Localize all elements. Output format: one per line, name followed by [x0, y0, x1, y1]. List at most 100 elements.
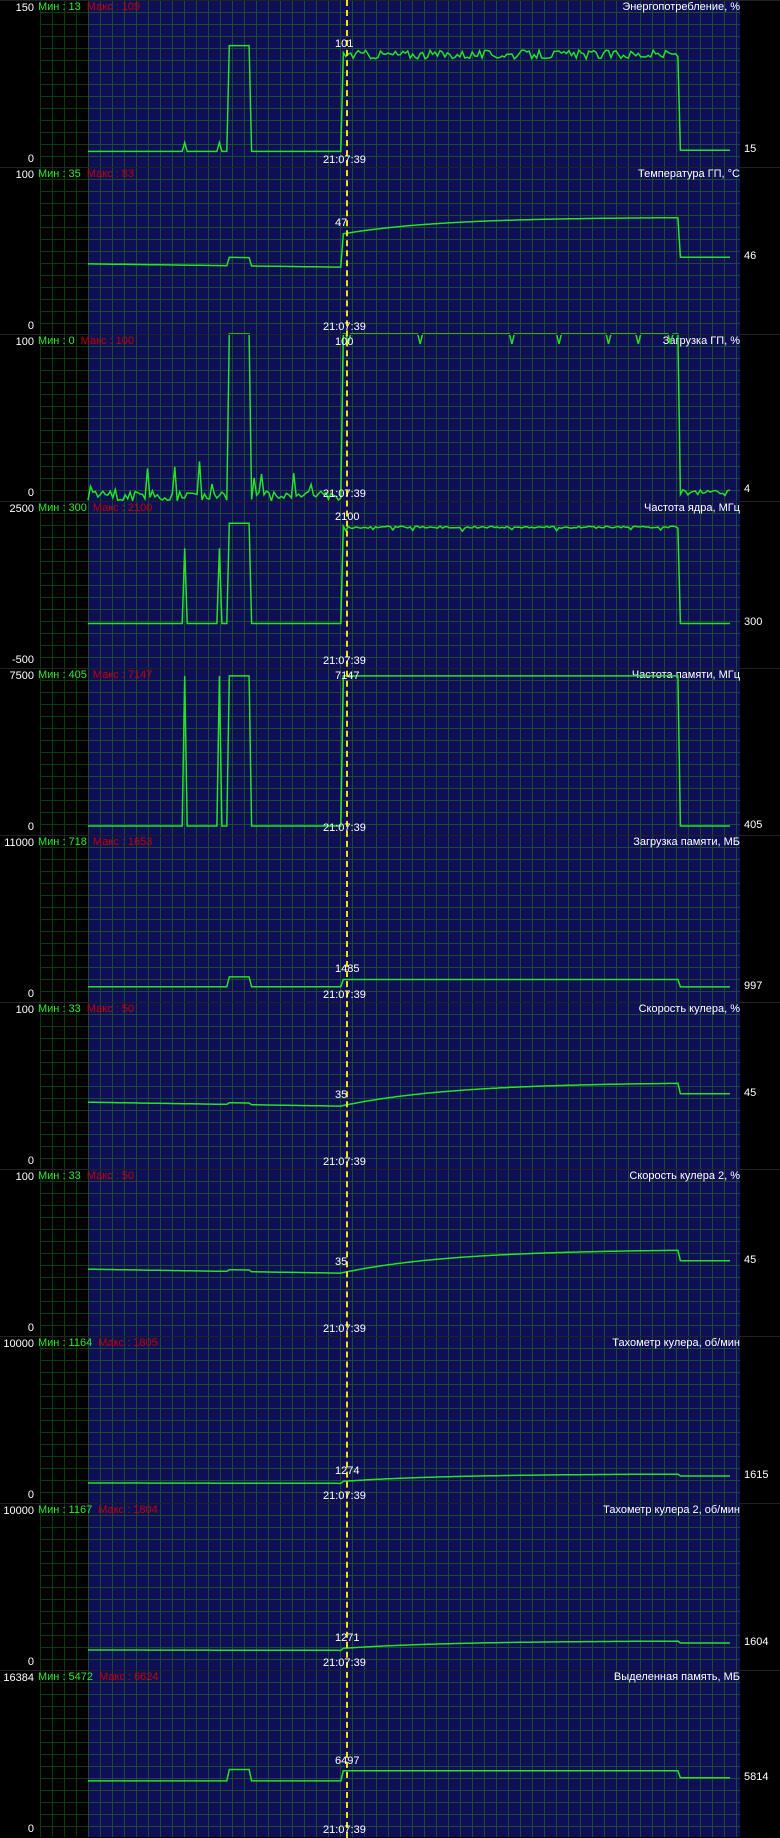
- series-line: [88, 522, 730, 625]
- graph-svg: [88, 976, 730, 988]
- history-grid: [40, 1503, 88, 1670]
- graph-panel-gpuload[interactable]: 100 0 Мин : 0 Макс : 100 Загрузка ГП, % 2…: [0, 333, 780, 504]
- graph-panel-fan2[interactable]: 100 0 Мин : 33 Макс : 50 Скорость кулера …: [0, 1169, 780, 1336]
- current-value-label: 1604: [744, 1636, 769, 1649]
- graph-panel-power[interactable]: 150 0 Мин : 13 Макс : 109 Энергопотреблен…: [0, 0, 780, 167]
- cursor-value-label: 101: [335, 38, 354, 51]
- graph-panel-rpm1[interactable]: 10000 0 Мин : 1164 Макс : 1805 Тахометр к…: [0, 1336, 780, 1503]
- cursor-value-label: 35: [335, 1255, 348, 1268]
- cursor-time-label: 21:07:39: [323, 1323, 366, 1335]
- y-axis-min-label: 0: [27, 320, 34, 332]
- graph-svg: [88, 1249, 730, 1274]
- graph-svg: [88, 1640, 730, 1652]
- graph-panel-memload[interactable]: 11000 0 Мин : 718 Макс : 1653 Загрузка па…: [0, 835, 780, 1002]
- value-column: [740, 0, 780, 167]
- history-grid: [40, 0, 88, 167]
- graph-panel-dedmem[interactable]: 16384 0 Мин : 5472 Макс : 6624 Выделенная…: [0, 1670, 780, 1837]
- panel-separator: [0, 0, 780, 1]
- series-line: [88, 216, 730, 268]
- graph-panel-coreclk[interactable]: 2500 -500 Мин : 300 Макс : 2100 Частота я…: [0, 501, 780, 668]
- y-axis-max-label: 7500: [9, 670, 34, 682]
- series-line: [88, 1768, 730, 1782]
- cursor-value-label: 47: [335, 216, 348, 229]
- y-axis-min-label: 0: [27, 153, 34, 165]
- min-value-label: Мин : 35: [38, 168, 81, 180]
- y-axis-min-label: 0: [27, 487, 34, 499]
- history-grid: [40, 835, 88, 1002]
- panel-separator: [0, 1336, 780, 1337]
- panel-separator: [0, 501, 780, 502]
- graph-panel-fan1[interactable]: 100 0 Мин : 33 Макс : 50 Скорость кулера,…: [0, 1002, 780, 1169]
- current-value-label: 405: [744, 818, 763, 831]
- panel-separator: [0, 835, 780, 836]
- current-value-label: 45: [744, 1253, 757, 1266]
- min-value-label: Мин : 33: [38, 1003, 81, 1015]
- cursor-value-label: 1485: [335, 963, 360, 976]
- time-cursor-line[interactable]: [346, 0, 348, 1838]
- min-value-label: Мин : 0: [38, 335, 75, 347]
- y-axis-max-label: 10000: [3, 1505, 34, 1517]
- min-value-label: Мин : 5472: [38, 1671, 94, 1683]
- y-axis-min-label: 0: [27, 1823, 34, 1835]
- graph-panel-rpm2[interactable]: 10000 0 Мин : 1167 Макс : 1804 Тахометр к…: [0, 1503, 780, 1670]
- scale-column: [0, 334, 40, 501]
- panel-separator: [0, 334, 780, 335]
- y-axis-max-label: 100: [15, 336, 34, 348]
- cursor-value-label: 100: [335, 336, 354, 348]
- scale-column: [0, 167, 40, 334]
- y-axis-max-label: 10000: [3, 1338, 34, 1350]
- cursor-time-label: 21:07:39: [323, 1490, 366, 1502]
- scale-column: [0, 668, 40, 835]
- value-column: [740, 835, 780, 1002]
- y-axis-max-label: 100: [15, 1004, 34, 1016]
- graph-svg: [88, 44, 730, 153]
- y-axis-min-label: 0: [27, 988, 34, 1000]
- panel-separator: [0, 1002, 780, 1003]
- graph-svg: [88, 216, 730, 268]
- y-axis-min-label: -500: [11, 654, 34, 666]
- graph-svg: [87, 333, 731, 504]
- scale-column: [0, 0, 40, 167]
- cursor-value-label: 1271: [335, 1631, 360, 1644]
- cursor-value-label: 2100: [335, 510, 360, 523]
- graph-panel-temp[interactable]: 100 0 Мин : 35 Макс : 83 Температура ГП, …: [0, 167, 780, 334]
- series-line: [88, 976, 730, 988]
- scale-column: [0, 1002, 40, 1169]
- min-value-label: Мин : 405: [38, 669, 87, 681]
- panel-separator: [0, 1670, 780, 1671]
- scale-column: [0, 1670, 40, 1837]
- cursor-time-label: 21:07:39: [323, 1156, 366, 1168]
- series-line: [88, 44, 730, 153]
- graph-svg: [88, 1473, 730, 1485]
- current-value-label: 46: [744, 250, 757, 263]
- y-axis-max-label: 100: [15, 169, 34, 181]
- value-column: [740, 1169, 780, 1336]
- min-value-label: Мин : 718: [38, 836, 87, 848]
- cursor-value-label: 6497: [335, 1754, 360, 1767]
- scale-column: [0, 501, 40, 668]
- history-grid: [40, 1336, 88, 1503]
- cursor-time-label: 21:07:39: [323, 321, 366, 333]
- scale-column: [0, 1336, 40, 1503]
- graph-svg: [88, 522, 730, 625]
- series-line: [88, 1082, 730, 1107]
- history-grid: [40, 501, 88, 668]
- current-value-label: 45: [744, 1086, 757, 1099]
- current-value-label: 5814: [744, 1770, 769, 1783]
- value-column: [740, 1002, 780, 1169]
- value-column: [740, 668, 780, 835]
- y-axis-min-label: 0: [27, 1322, 34, 1334]
- y-axis-max-label: 100: [15, 1171, 34, 1183]
- min-value-label: Мин : 300: [38, 502, 87, 514]
- current-value-label: 997: [744, 979, 763, 992]
- y-axis-max-label: 16384: [3, 1672, 34, 1684]
- scale-column: [0, 1503, 40, 1670]
- y-axis-max-label: 2500: [9, 503, 34, 515]
- graph-panel-memclk[interactable]: 7500 0 Мин : 405 Макс : 7147 Частота памя…: [0, 668, 780, 835]
- cursor-time-label: 21:07:39: [323, 488, 366, 500]
- graph-svg: [88, 1768, 730, 1782]
- y-axis-min-label: 0: [27, 1489, 34, 1501]
- current-value-label: 1615: [744, 1469, 769, 1482]
- scale-column: [0, 835, 40, 1002]
- min-value-label: Мин : 1167: [38, 1504, 93, 1516]
